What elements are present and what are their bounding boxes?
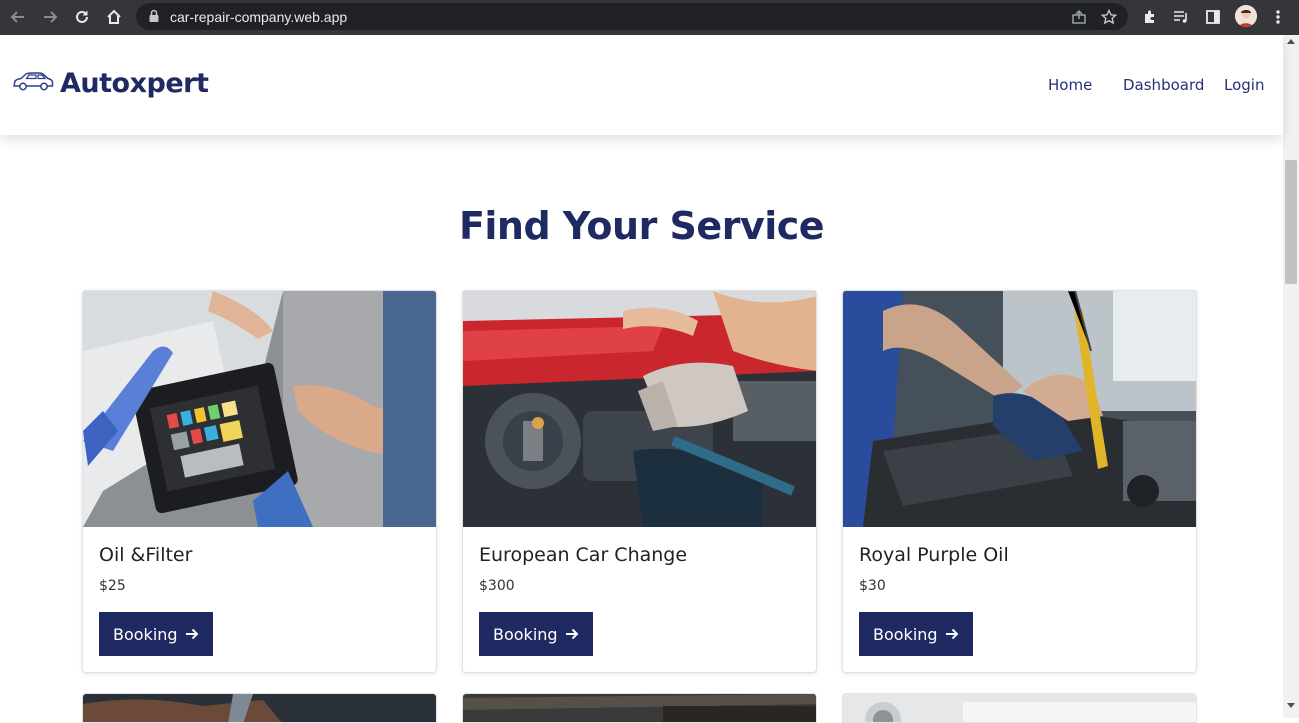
booking-label: Booking bbox=[873, 624, 938, 644]
section-title: Find Your Service bbox=[458, 204, 825, 248]
arrow-right-icon bbox=[565, 627, 579, 641]
service-card-partial bbox=[462, 693, 817, 723]
booking-button[interactable]: Booking bbox=[99, 612, 213, 656]
menu-kebab-icon[interactable] bbox=[1267, 6, 1289, 28]
car-icon bbox=[12, 70, 54, 97]
booking-button[interactable]: Booking bbox=[479, 612, 593, 656]
scroll-up-icon[interactable] bbox=[1287, 39, 1295, 44]
brand-logo[interactable]: Autoxpert bbox=[12, 68, 209, 99]
service-price: $300 bbox=[479, 578, 515, 594]
home-icon[interactable] bbox=[102, 5, 126, 29]
site-header: Autoxpert Home Dashboard Login bbox=[0, 35, 1283, 135]
service-title: European Car Change bbox=[479, 544, 688, 566]
service-image bbox=[843, 291, 1196, 527]
media-queue-icon[interactable] bbox=[1170, 6, 1192, 28]
service-image bbox=[463, 291, 816, 527]
nav-login-link[interactable]: Login bbox=[1224, 76, 1264, 94]
arrow-right-icon bbox=[185, 627, 199, 641]
service-price: $25 bbox=[99, 578, 126, 594]
share-icon[interactable] bbox=[1070, 8, 1088, 26]
address-bar[interactable]: car-repair-company.web.app bbox=[136, 3, 1128, 30]
scroll-thumb[interactable] bbox=[1285, 160, 1297, 284]
page-scrollbar[interactable] bbox=[1283, 35, 1299, 718]
service-title: Royal Purple Oil bbox=[859, 544, 1009, 566]
browser-toolbar: car-repair-company.web.app bbox=[0, 0, 1299, 35]
booking-label: Booking bbox=[493, 624, 558, 644]
nav-dashboard-link[interactable]: Dashboard bbox=[1123, 76, 1204, 94]
forward-icon[interactable] bbox=[38, 5, 62, 29]
service-card: European Car Change $300 Booking bbox=[462, 290, 817, 673]
service-card-partial bbox=[842, 693, 1197, 723]
bookmark-star-icon[interactable] bbox=[1100, 8, 1118, 26]
booking-button[interactable]: Booking bbox=[859, 612, 973, 656]
extensions-icon[interactable] bbox=[1139, 6, 1161, 28]
booking-label: Booking bbox=[113, 624, 178, 644]
service-card: Oil &Filter $25 Booking bbox=[82, 290, 437, 673]
service-title: Oil &Filter bbox=[99, 544, 193, 566]
service-image bbox=[83, 291, 436, 527]
reload-icon[interactable] bbox=[70, 5, 94, 29]
service-card: Royal Purple Oil $30 Booking bbox=[842, 290, 1197, 673]
brand-name: Autoxpert bbox=[60, 68, 209, 99]
service-card-partial bbox=[82, 693, 437, 723]
scroll-down-icon[interactable] bbox=[1287, 703, 1295, 708]
side-panel-icon[interactable] bbox=[1202, 6, 1224, 28]
service-price: $30 bbox=[859, 578, 886, 594]
lock-icon bbox=[148, 9, 160, 28]
back-icon[interactable] bbox=[6, 5, 30, 29]
url-text: car-repair-company.web.app bbox=[170, 9, 348, 25]
nav-home-link[interactable]: Home bbox=[1048, 76, 1092, 94]
profile-avatar-icon[interactable] bbox=[1235, 5, 1257, 27]
arrow-right-icon bbox=[945, 627, 959, 641]
